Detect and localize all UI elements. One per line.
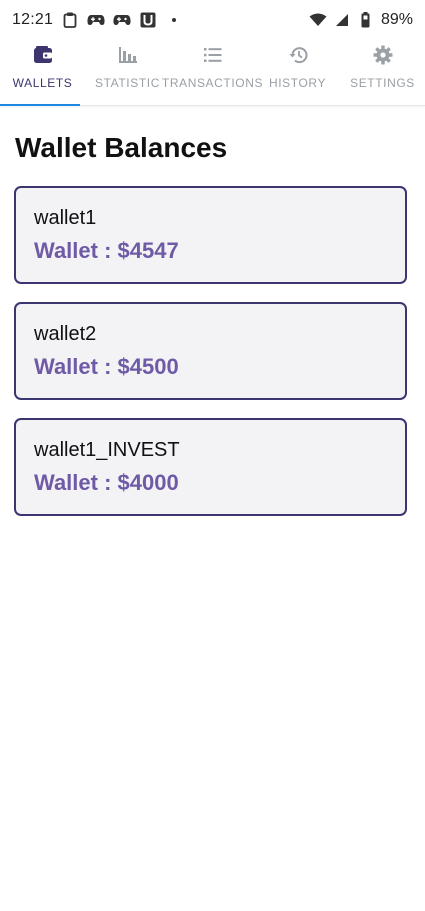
tab-label-settings: SETTINGS [350,76,415,90]
wallet-balance: Wallet : $4500 [34,354,179,379]
history-icon [287,44,309,66]
gear-icon [372,44,394,66]
battery-percentage: 89% [380,11,413,28]
game-controller-icon [113,11,131,29]
dot-icon [165,11,183,29]
tab-transactions[interactable]: TRANSACTIONS [162,40,263,106]
wallet-icon [32,44,54,66]
wallet-card[interactable]: wallet1_INVEST Wallet : $4000 [14,418,407,516]
tab-settings[interactable]: SETTINGS [340,40,425,106]
tab-label-statistic: STATISTIC [95,76,160,90]
main-content: Wallet Balances wallet1 Wallet : $4547 w… [0,106,425,516]
wallet-card[interactable]: wallet2 Wallet : $4500 [14,302,407,400]
game-controller-icon [87,11,105,29]
wallet-balance: Wallet : $4000 [34,470,179,495]
tab-statistic[interactable]: STATISTIC [85,40,170,106]
tab-bar: WALLETS STATISTIC TRANSACTIONS HISTORY S… [0,40,425,106]
wallet-name: wallet2 [34,323,97,345]
wallet-card[interactable]: wallet1 Wallet : $4547 [14,186,407,284]
tab-label-transactions: TRANSACTIONS [161,76,264,90]
wallet-balance: Wallet : $4547 [34,238,179,263]
bar-chart-icon [117,44,139,66]
status-right: 89% [309,11,413,29]
u-icon [139,11,157,29]
tab-history[interactable]: HISTORY [255,40,340,106]
tab-wallets[interactable]: WALLETS [0,40,85,106]
list-icon [202,44,224,66]
battery-icon [357,11,375,29]
signal-icon [333,11,351,29]
wifi-icon [309,11,327,29]
status-time: 12:21 [12,11,54,28]
wallet-list: wallet1 Wallet : $4547 wallet2 Wallet : … [14,186,425,516]
status-bar: 12:21 89% [0,0,425,40]
tab-label-history: HISTORY [268,76,327,90]
page-title: Wallet Balances [15,132,228,163]
status-left: 12:21 [12,11,183,29]
tab-label-wallets: WALLETS [12,76,73,90]
clipboard-icon [61,11,79,29]
wallet-name: wallet1 [34,207,97,229]
wallet-name: wallet1_INVEST [34,439,180,461]
